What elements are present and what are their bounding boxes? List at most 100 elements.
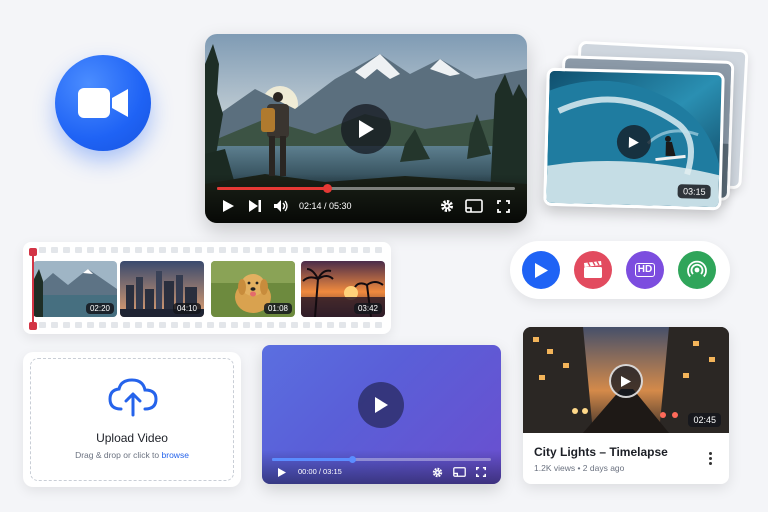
tray-clapperboard-button[interactable] [574, 251, 612, 289]
film-perforation [303, 322, 310, 328]
secondary-settings-button[interactable] [431, 466, 443, 478]
film-perforation [171, 322, 178, 328]
secondary-fullscreen-button[interactable] [475, 466, 487, 478]
upload-hint: Drag & drop or click to browse [31, 450, 233, 460]
browse-link[interactable]: browse [162, 450, 189, 460]
main-progress-fill [217, 187, 328, 190]
film-perforation [123, 247, 130, 253]
video-title[interactable]: City Lights – Timelapse [534, 445, 668, 459]
volume-button[interactable] [273, 198, 289, 214]
film-perforation [315, 322, 322, 328]
city-play-button[interactable] [609, 364, 643, 398]
secondary-play-control[interactable] [276, 466, 288, 478]
skip-next-icon [249, 200, 261, 212]
film-perforation [267, 247, 274, 253]
filmstrip-perforations-top [39, 247, 382, 253]
upload-video-card[interactable]: Upload Video Drag & drop or click to bro… [23, 352, 241, 487]
secondary-video-player[interactable]: 00:00 / 03:15 [262, 345, 501, 484]
film-perforation [291, 247, 298, 253]
secondary-play-button[interactable] [358, 382, 404, 428]
main-video-player[interactable]: 02:14 / 05:30 [205, 34, 527, 223]
film-perforation [339, 247, 346, 253]
city-duration-badge: 02:45 [688, 413, 721, 427]
film-perforation [267, 322, 274, 328]
film-perforation [63, 247, 70, 253]
film-perforation [39, 247, 46, 253]
film-perforation [75, 322, 82, 328]
kebab-dot [709, 452, 712, 455]
film-perforation [183, 247, 190, 253]
film-perforation [123, 322, 130, 328]
surf-video-card[interactable]: 03:15 [543, 67, 725, 211]
video-timeline-filmstrip[interactable]: 02:20 04:10 01:08 03:42 [23, 242, 391, 334]
settings-button[interactable] [439, 198, 455, 214]
film-perforation [63, 322, 70, 328]
kebab-dot [709, 462, 712, 465]
secondary-progress-bar[interactable] [272, 456, 491, 463]
timeline-playhead[interactable] [29, 248, 37, 330]
fullscreen-button[interactable] [495, 198, 511, 214]
film-perforation [207, 247, 214, 253]
film-perforation [315, 247, 322, 253]
cast-button[interactable] [464, 198, 484, 214]
film-perforation [231, 322, 238, 328]
film-perforation [111, 322, 118, 328]
tray-broadcast-button[interactable] [678, 251, 716, 289]
film-perforation [327, 247, 334, 253]
film-perforation [51, 247, 58, 253]
secondary-cast-button[interactable] [452, 466, 466, 478]
film-perforation [75, 247, 82, 253]
film-perforation [159, 322, 166, 328]
film-perforation [147, 322, 154, 328]
surf-duration-badge: 03:15 [677, 184, 711, 200]
cast-icon [465, 199, 483, 213]
more-options-button[interactable] [709, 452, 713, 465]
filmstrip-thumb-city[interactable]: 04:10 [120, 261, 204, 317]
film-perforation [351, 247, 358, 253]
film-perforation [135, 247, 142, 253]
play-icon [222, 200, 234, 212]
film-perforation [195, 247, 202, 253]
playhead-handle-top[interactable] [29, 248, 37, 256]
secondary-progress-knob[interactable] [349, 456, 357, 463]
film-perforation [327, 322, 334, 328]
thumb-duration-badge: 04:10 [172, 303, 201, 314]
upload-dropzone[interactable]: Upload Video Drag & drop or click to bro… [30, 358, 234, 481]
main-play-button[interactable] [341, 104, 391, 154]
next-button[interactable] [247, 198, 263, 214]
filmstrip-thumb-mountain[interactable]: 02:20 [33, 261, 117, 317]
video-camera-icon [78, 88, 128, 118]
film-perforation [219, 322, 226, 328]
play-icon [535, 262, 548, 278]
broadcast-icon [687, 260, 707, 278]
tray-play-button[interactable] [522, 251, 560, 289]
film-perforation [363, 322, 370, 328]
film-perforation [207, 322, 214, 328]
fullscreen-icon [496, 199, 510, 213]
film-perforation [87, 247, 94, 253]
thumb-duration-badge: 01:08 [263, 303, 292, 314]
film-perforation [87, 322, 94, 328]
filmstrip-thumb-sunset[interactable]: 03:42 [301, 261, 385, 317]
film-perforation [183, 322, 190, 328]
playhead-handle-bottom[interactable] [29, 322, 37, 330]
video-card-city-lights[interactable]: 02:45 City Lights – Timelapse 1.2K views… [523, 327, 729, 484]
video-app-icon[interactable] [55, 55, 151, 151]
main-progress-bar[interactable] [217, 184, 515, 193]
film-perforation [279, 247, 286, 253]
gear-icon [441, 200, 453, 212]
film-perforation [363, 247, 370, 253]
film-perforation [99, 322, 106, 328]
tray-hd-button[interactable]: HD [626, 251, 664, 289]
film-perforation [303, 247, 310, 253]
clapperboard-icon [584, 261, 602, 278]
film-perforation [339, 322, 346, 328]
gear-icon [432, 467, 442, 477]
filmstrip-thumb-dog[interactable]: 01:08 [211, 261, 295, 317]
film-perforation [243, 247, 250, 253]
secondary-progress-fill [272, 458, 354, 461]
film-perforation [243, 322, 250, 328]
thumb-duration-badge: 02:20 [85, 303, 114, 314]
cloud-upload-icon [107, 377, 159, 422]
play-control-button[interactable] [221, 198, 235, 214]
